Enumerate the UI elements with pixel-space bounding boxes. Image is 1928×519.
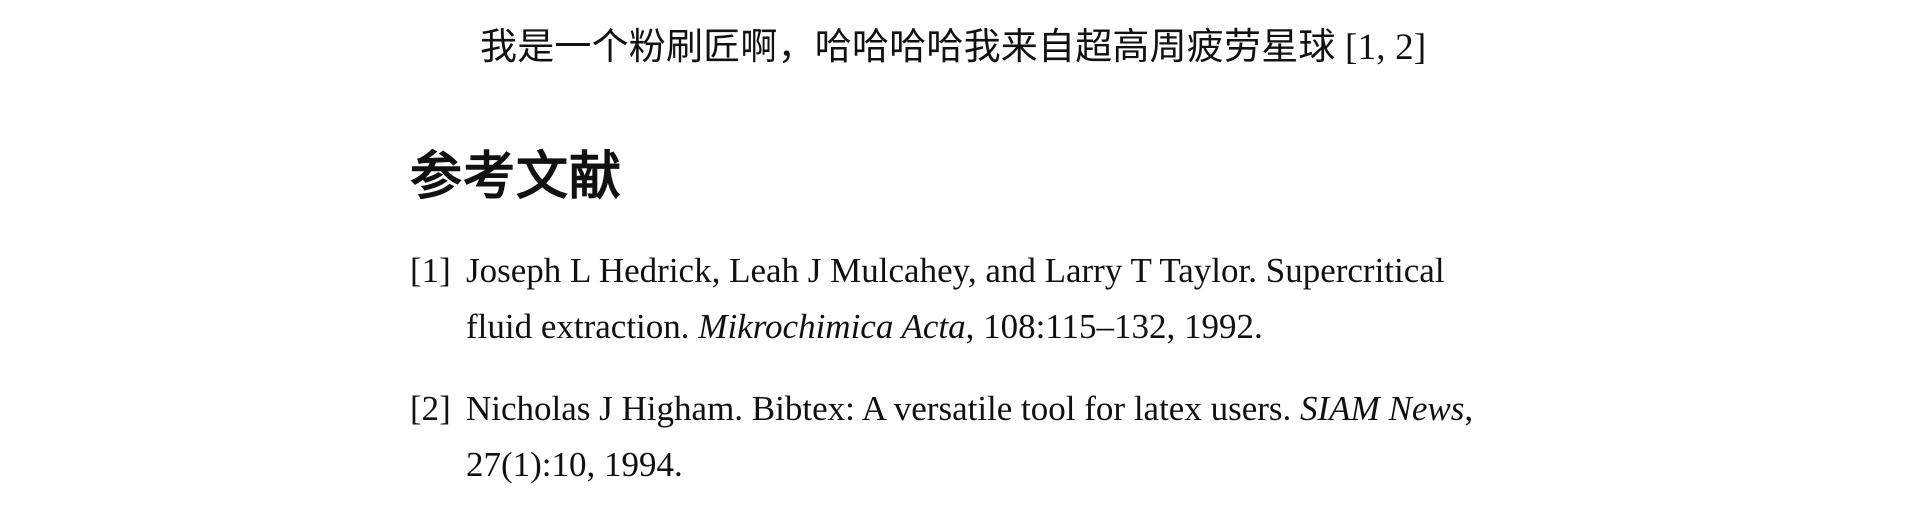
references-title: 参考文献 (410, 149, 623, 206)
reference-text-segment: , (1464, 389, 1474, 428)
reference-label: [2] (410, 389, 451, 428)
reference-text: Nicholas J Higham. Bibtex: A versatile t… (466, 381, 1576, 493)
reference-line-2: fluid extraction. Mikrochimica Acta, 108… (466, 299, 1576, 355)
reference-text-segment: Nicholas J Higham. Bibtex: A versatile t… (466, 389, 1301, 428)
reference-entry-1: [1] Joseph L Hedrick, Leah J Mulcahey, a… (410, 243, 1590, 355)
reference-line-2: 27(1):10, 1994. (466, 445, 683, 484)
body-text: 我是一个粉刷匠啊，哈哈哈哈我来自超高周疲劳星球 [1, 2] (480, 27, 1427, 68)
journal-name: SIAM News (1300, 389, 1465, 428)
reference-text-segment: , 108:115–132, 1992. (965, 307, 1263, 346)
reference-line-1: Nicholas J Higham. Bibtex: A versatile t… (466, 381, 1576, 437)
paper-page: 我是一个粉刷匠啊，哈哈哈哈我来自超高周疲劳星球 [1, 2] 参考文献 [1] … (0, 0, 1928, 494)
references-list: [1] Joseph L Hedrick, Leah J Mulcahey, a… (410, 243, 1590, 519)
journal-name: Mikrochimica Acta (698, 307, 966, 346)
reference-text: Joseph L Hedrick, Leah J Mulcahey, and L… (466, 243, 1576, 355)
reference-label: [1] (410, 251, 451, 290)
reference-entry-2: [2] Nicholas J Higham. Bibtex: A versati… (410, 381, 1590, 493)
reference-text-segment: fluid extraction. (466, 307, 699, 346)
reference-line-1: Joseph L Hedrick, Leah J Mulcahey, and L… (466, 251, 1445, 290)
